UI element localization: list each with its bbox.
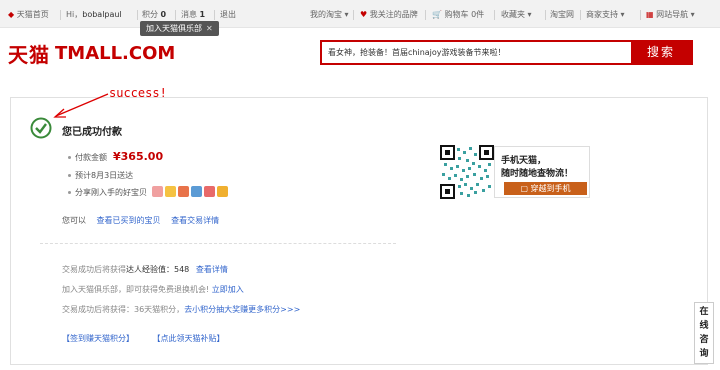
douban-share-icon[interactable] [204, 186, 215, 197]
merchant-support-menu[interactable]: 商家支持 ▾ [586, 9, 625, 21]
join-club-link[interactable]: 立即加入 [212, 285, 244, 294]
logout-link[interactable]: 退出 [220, 9, 236, 21]
renren-share-icon[interactable] [178, 186, 189, 197]
divider [425, 10, 426, 20]
section-divider [40, 243, 396, 244]
divider [214, 10, 215, 20]
messages-link[interactable]: 消息 1 [181, 9, 205, 21]
bullet [68, 191, 71, 194]
divider [137, 10, 138, 20]
bullet [68, 174, 71, 177]
annotation-arrow-icon [53, 93, 109, 118]
chevron-down-icon: ▾ [690, 10, 695, 19]
chevron-down-icon: ▾ [620, 10, 625, 19]
tmall-logo[interactable]: 天猫 TMALL.COM [8, 40, 175, 67]
heart-icon: ♥ [360, 10, 368, 19]
site-nav-menu[interactable]: ▦ 网站导航 ▾ [646, 9, 695, 21]
divider [175, 10, 176, 20]
payment-amount: ¥365.00 [113, 150, 164, 163]
success-check-icon [30, 117, 52, 139]
success-annotation: success! [109, 86, 167, 100]
search-button[interactable]: 搜索 [631, 42, 691, 63]
delivery-row: 预计8月3日送达 [68, 170, 133, 182]
greeting: Hi，bobalpaul [66, 10, 122, 19]
go-to-mobile-button[interactable]: ▢ 穿越到手机 [504, 182, 587, 195]
checkin-points-link[interactable]: 【签到赚天猫积分】 [62, 334, 134, 343]
phone-icon: ▢ [520, 184, 528, 193]
kaixin-share-icon[interactable] [191, 186, 202, 197]
club-tooltip: 加入天猫俱乐部 ✕ [140, 21, 219, 36]
chevron-down-icon: ▾ [527, 10, 532, 19]
bonus-links: 【签到赚天猫积分】 【点此领天猫补贴】 [62, 333, 225, 345]
chevron-down-icon: ▾ [344, 10, 349, 19]
view-detail-link[interactable]: 查看交易详情 [171, 216, 219, 225]
actions-row: 您可以 查看已买到的宝贝 查看交易详情 [62, 216, 220, 225]
tencent-share-icon[interactable] [217, 186, 228, 197]
points-link[interactable]: 积分 0 [142, 9, 166, 21]
payment-amount-row: 付款金额 ¥365.00 [68, 151, 163, 164]
taobao-link[interactable]: 淘宝网 [550, 9, 574, 21]
favorites-menu[interactable]: 收藏夹 ▾ [501, 9, 532, 21]
divider [580, 10, 581, 20]
divider [353, 10, 354, 20]
top-bar: ◆ 天猫首页 Hi，bobalpaul 积分 0 消息 1 退出 我的淘宝 ▾ … [0, 0, 720, 28]
my-taobao-menu[interactable]: 我的淘宝 ▾ [310, 9, 349, 21]
username-link[interactable]: bobalpaul [82, 10, 121, 19]
share-row: 分享刚入手的好宝贝 [68, 187, 147, 199]
subsidy-link[interactable]: 【点此领天猫补贴】 [153, 334, 225, 343]
points-lottery-link[interactable]: 去小积分抽大奖赚更多积分>>> [184, 305, 300, 314]
divider [60, 10, 61, 20]
search-input[interactable] [322, 42, 632, 63]
grid-icon: ▦ [646, 10, 654, 19]
payment-success-title: 您已成功付款 [62, 127, 122, 138]
qzone-share-icon[interactable] [165, 186, 176, 197]
home-icon: ◆ [8, 10, 15, 19]
weibo-share-icon[interactable] [152, 186, 163, 197]
search-bar: 搜索 [320, 40, 693, 65]
divider [545, 10, 546, 20]
tmall-home-link[interactable]: ◆ 天猫首页 [8, 9, 49, 21]
close-icon[interactable]: ✕ [206, 24, 213, 33]
share-icons [152, 186, 228, 197]
view-bought-link[interactable]: 查看已买到的宝贝 [97, 216, 161, 225]
divider [494, 10, 495, 20]
followed-brands-link[interactable]: ♥ 我关注的品牌 [360, 9, 418, 21]
club-row: 加入天猫俱乐部，即可获得免费退换机会! 立即加入 [62, 285, 244, 294]
points-row: 交易成功后将获得：36天猫积分，去小积分抽大奖赚更多积分>>> [62, 305, 301, 314]
mobile-tmall-promo: 手机天猫， 随时随地查物流！ ▢ 穿越到手机 [494, 146, 590, 198]
qr-code-icon [440, 145, 494, 199]
cart-icon: 🛒 [432, 10, 442, 19]
online-consult-button[interactable]: 在 线 咨 询 [694, 302, 714, 364]
experience-row: 交易成功后将获得达人经验值：548 查看详情 [62, 265, 228, 274]
cart-link[interactable]: 🛒 购物车 0件 [432, 9, 484, 21]
experience-detail-link[interactable]: 查看详情 [196, 265, 228, 274]
divider [640, 10, 641, 20]
bullet [68, 156, 71, 159]
